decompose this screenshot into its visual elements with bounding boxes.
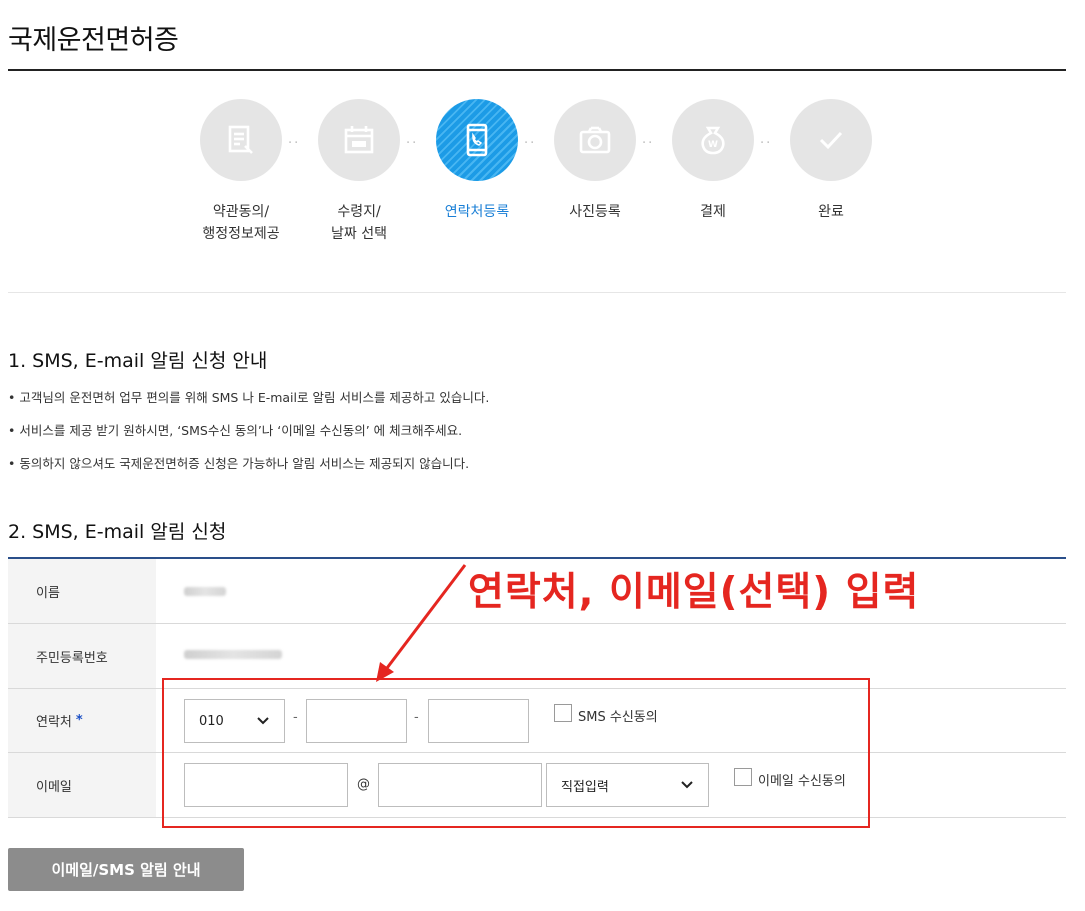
- step-label: 완료: [818, 204, 844, 220]
- required-mark: *: [75, 713, 83, 728]
- step-connector: ··: [406, 136, 419, 151]
- section1-heading: 1. SMS, E-mail 알림 신청 안내: [8, 350, 268, 372]
- name-value-redacted: [184, 587, 226, 596]
- title-divider: [8, 69, 1066, 71]
- step-progress: 약관동의/ 행정정보제공 ·· 수령지/ 날짜 선택 ·· 연락처등록 ·· 사…: [196, 99, 876, 249]
- camera-icon: [579, 126, 611, 154]
- info-bullet: • 서비스를 제공 받기 원하시면, ‘SMS수신 동의’나 ‘이메일 수신동의…: [8, 423, 463, 438]
- step-label: 사진등록: [569, 204, 621, 220]
- annotation-text: 연락처, 이메일(선택) 입력: [468, 570, 920, 615]
- step-connector: ··: [760, 136, 773, 151]
- step-label: 결제: [700, 204, 726, 220]
- phone-label: 연락처 *: [8, 689, 156, 752]
- calendar-icon: [344, 126, 374, 154]
- rrn-label: 주민등록번호: [8, 624, 156, 688]
- svg-text:W: W: [708, 140, 718, 150]
- step-connector: ··: [524, 136, 537, 151]
- section-divider: [8, 292, 1066, 293]
- page-title: 국제운전면허증: [8, 25, 179, 56]
- step-payment: W 결제: [668, 99, 758, 223]
- check-icon: [819, 131, 843, 150]
- document-icon: [228, 125, 253, 154]
- info-bullet: • 동의하지 않으셔도 국제운전면허증 신청은 가능하나 알림 서비스는 제공되…: [8, 456, 470, 471]
- step-complete: 완료: [786, 99, 876, 223]
- name-label: 이름: [8, 559, 156, 623]
- step-connector: ··: [288, 136, 301, 151]
- step-terms: 약관동의/ 행정정보제공: [196, 99, 286, 245]
- section2-heading: 2. SMS, E-mail 알림 신청: [8, 521, 227, 543]
- info-bullet: • 고객님의 운전면허 업무 편의를 위해 SMS 나 E-mail로 알림 서…: [8, 390, 490, 405]
- money-bag-icon: W: [701, 126, 725, 155]
- step-label: 약관동의/ 행정정보제공: [202, 204, 280, 242]
- phone-icon: [466, 123, 488, 157]
- annotation-arrow-icon: [376, 564, 467, 682]
- step-label: 수령지/ 날짜 선택: [331, 204, 387, 242]
- step-photo: 사진등록: [550, 99, 640, 223]
- step-connector: ··: [642, 136, 655, 151]
- email-sms-notice-button[interactable]: 이메일/SMS 알림 안내: [8, 848, 244, 891]
- step-pickup: 수령지/ 날짜 선택: [314, 99, 404, 245]
- rrn-value-redacted: [184, 650, 282, 659]
- email-label: 이메일: [8, 753, 156, 817]
- step-contact: 연락처등록: [432, 99, 522, 223]
- annotation-highlight-box: [162, 678, 870, 828]
- step-label: 연락처등록: [444, 204, 510, 220]
